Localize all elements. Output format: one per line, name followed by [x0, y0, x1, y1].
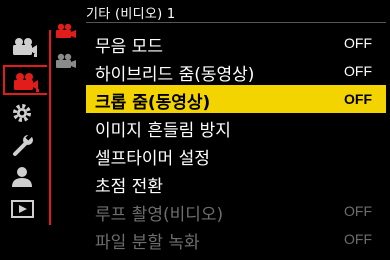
menu-item-value: OFF [344, 35, 372, 51]
gear-icon [13, 104, 31, 122]
menu-list: 무음 모드 OFF 하이브리드 줌(동영상) OFF 크롭 줌(동영상) OFF… [86, 29, 386, 253]
header-divider [86, 22, 386, 23]
menu-item-label: 하이브리드 줌(동영상) [95, 65, 255, 85]
menu-item-loop-recording: 루프 촬영(비디오) OFF [86, 197, 386, 225]
menu-item-label: 무음 모드 [95, 37, 163, 57]
menu-item-value: OFF [344, 231, 372, 247]
menu-item-label: 크롭 줌(동영상) [95, 93, 211, 113]
tab-playback[interactable] [3, 194, 47, 224]
menu-item-silent-mode[interactable]: 무음 모드 OFF [86, 29, 386, 57]
menu-item-value: OFF [344, 63, 372, 79]
menu-item-hybrid-zoom[interactable]: 하이브리드 줌(동영상) OFF [86, 57, 386, 85]
menu-item-image-stabilizer[interactable]: 이미지 흔들림 방지 [86, 113, 386, 141]
menu-item-segmented-file-recording: 파일 분할 녹화 OFF [86, 225, 386, 253]
person-icon [12, 167, 32, 187]
tab-my-menu[interactable] [3, 162, 47, 192]
video-camera-icon [14, 73, 39, 92]
wrench-icon [13, 133, 33, 156]
menu-item-focus-transition[interactable]: 초점 전환 [86, 169, 386, 197]
tab-video[interactable] [3, 65, 47, 95]
tab-setup[interactable] [3, 130, 47, 160]
page-icon-1[interactable] [54, 22, 78, 46]
video-camera-icon [56, 23, 76, 38]
menu-item-label: 이미지 흔들림 방지 [95, 121, 231, 141]
video-camera-icon [56, 53, 76, 68]
tab-photo[interactable] [3, 32, 47, 62]
menu-item-value: OFF [344, 203, 372, 219]
page-icon-2[interactable] [54, 52, 78, 76]
menu-title: 기타 (비디오) 1 [86, 7, 176, 22]
menu-item-label: 파일 분할 녹화 [95, 233, 200, 253]
tab-divider [49, 30, 51, 225]
menu-item-self-timer[interactable]: 셀프타이머 설정 [86, 141, 386, 169]
menu-item-label: 초점 전환 [95, 177, 163, 197]
menu-item-label: 루프 촬영(비디오) [95, 205, 224, 225]
menu-item-label: 셀프타이머 설정 [95, 149, 210, 169]
side-tab-strip [3, 30, 51, 225]
tab-custom[interactable] [3, 98, 47, 128]
menu-item-value: OFF [344, 91, 372, 107]
photo-camera-icon [13, 38, 37, 57]
play-icon [11, 200, 34, 218]
menu-item-crop-zoom[interactable]: 크롭 줌(동영상) OFF [86, 85, 386, 113]
